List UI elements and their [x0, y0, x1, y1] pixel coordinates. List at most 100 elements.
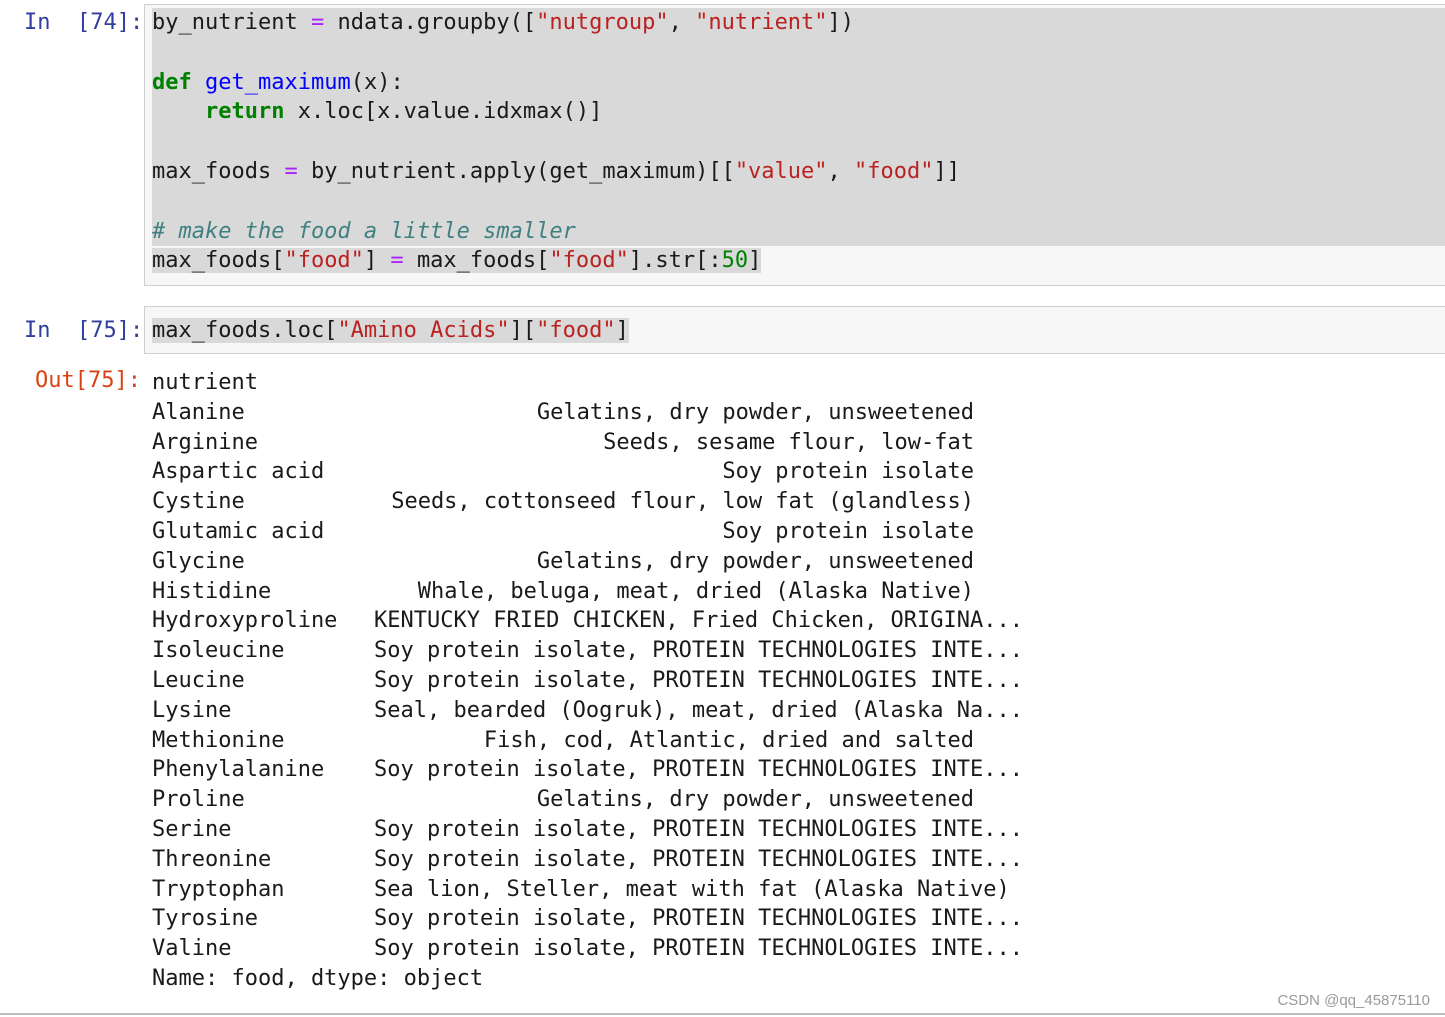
output-row: Cystine Seeds, cottonseed flour, low fat …	[152, 487, 974, 517]
output-row: Histidine Whale, beluga, meat, dried (Ala…	[152, 577, 974, 607]
code-block[interactable]: by_nutrient = ndata.groupby(["nutgroup",…	[152, 8, 1445, 276]
output-nutrient: Histidine	[152, 578, 272, 604]
output-nutrient: Valine	[152, 936, 232, 962]
output-food: Soy protein isolate	[722, 459, 974, 485]
output-row: Glycine Gelatins, dry powder, unsweetened	[152, 547, 974, 577]
code-operator: =	[377, 248, 417, 274]
code-token: max_foods[	[416, 248, 550, 274]
output-row: Alanine Gelatins, dry powder, unsweetened	[152, 398, 974, 428]
code-number: 50	[721, 248, 749, 274]
code-token: max_foods[	[152, 248, 285, 274]
code-string: "nutgroup"	[536, 10, 669, 35]
output-row: Tryptophan Sea lion, Steller, meat with f…	[152, 875, 1010, 905]
code-token: by_nutrient.apply(get_maximum)[[	[310, 158, 735, 184]
code-token: ]]	[933, 158, 961, 184]
output-row: Methionine Fish, cod, Atlantic, dried and…	[152, 726, 974, 756]
output-nutrient: Phenylalanine	[152, 757, 325, 783]
code-operator: =	[271, 158, 311, 184]
output-food: Gelatins, dry powder, unsweetened	[536, 548, 974, 574]
output-food: Seal, bearded (Oogruk), meat, dried (Ala…	[374, 697, 1024, 723]
output-nutrient: Proline	[152, 787, 245, 813]
output-row: Arginine Seeds, sesame flour, low-fat	[152, 428, 974, 458]
output-nutrient: Alanine	[152, 399, 245, 425]
output-row: Glutamic acid Soy protein isolate	[152, 517, 974, 547]
code-token: max_foods.loc[	[152, 318, 338, 343]
code-token: ,	[827, 158, 855, 184]
output-nutrient: Threonine	[152, 846, 272, 872]
code-block[interactable]: max_foods.loc["Amino Acids"]["food"]	[152, 316, 629, 346]
output-nutrient: Methionine	[152, 727, 285, 753]
code-string: "food"	[854, 158, 934, 184]
code-string: "food"	[536, 318, 616, 343]
code-token: ,	[668, 10, 696, 35]
output-nutrient: Leucine	[152, 667, 245, 693]
code-token: x.loc[x.value.idxmax()]	[284, 99, 603, 125]
output-header: nutrient	[152, 370, 258, 395]
output-nutrient: Lysine	[152, 697, 232, 723]
output-nutrient: Isoleucine	[152, 638, 285, 664]
output-food: Gelatins, dry powder, unsweetened	[536, 399, 974, 425]
code-keyword: return	[204, 99, 285, 125]
output-nutrient: Glutamic acid	[152, 518, 325, 544]
output-nutrient: Glycine	[152, 548, 245, 574]
output-food: Soy protein isolate, PROTEIN TECHNOLOGIE…	[374, 816, 1024, 842]
output-row: Phenylalanine Soy protein isolate, PROTEI…	[152, 755, 1024, 785]
output-row: Isoleucine Soy protein isolate, PROTEIN T…	[152, 636, 1023, 666]
output-food: Seeds, cottonseed flour, low fat (glandl…	[391, 489, 974, 515]
output-footer: Name: food, dtype: object	[152, 965, 484, 991]
output-food: Seeds, sesame flour, low-fat	[603, 429, 974, 455]
output-nutrient: Tryptophan	[152, 876, 285, 902]
code-function-name: get_maximum	[205, 69, 351, 95]
code-token: by_nutrient	[152, 10, 298, 35]
code-comment: # make the food a little smaller	[152, 218, 576, 244]
output-food: Soy protein isolate, PROTEIN TECHNOLOGIE…	[374, 757, 1024, 783]
output-food: Soy protein isolate, PROTEIN TECHNOLOGIE…	[374, 846, 1024, 872]
output-food: Gelatins, dry powder, unsweetened	[536, 787, 974, 813]
code-string: "nutrient"	[695, 10, 828, 35]
code-token: ].str[:	[628, 248, 722, 274]
code-token: ndata.groupby([	[337, 10, 537, 35]
code-token: (x):	[350, 69, 404, 95]
output-row: Aspartic acid Soy protein isolate	[152, 457, 974, 487]
code-string: "Amino Acids"	[337, 318, 510, 343]
code-operator: =	[297, 10, 338, 35]
output-nutrient: Serine	[152, 816, 232, 842]
output-nutrient: Aspartic acid	[152, 459, 325, 485]
output-row: Proline Gelatins, dry powder, unsweetened	[152, 785, 974, 815]
code-token: ][	[509, 318, 537, 343]
input-prompt: In [75]:	[24, 318, 144, 343]
output-nutrient: Cystine	[152, 489, 245, 515]
output-food: Sea lion, Steller, meat with fat (Alaska…	[374, 876, 1010, 902]
output-food: KENTUCKY FRIED CHICKEN, Fried Chicken, O…	[374, 608, 1024, 634]
output-prompt: Out[75]:	[35, 368, 141, 393]
watermark: CSDN @qq_45875110	[1277, 992, 1430, 1009]
divider	[0, 1013, 1445, 1015]
output-food: Fish, cod, Atlantic, dried and salted	[483, 727, 974, 753]
code-string: "value"	[734, 158, 828, 184]
code-token: ]	[615, 318, 629, 343]
output-row: Hydroxyproline KENTUCKY FRIED CHICKEN, Fr…	[152, 606, 1024, 636]
code-string: "food"	[284, 248, 364, 274]
code-token: max_foods	[152, 158, 272, 184]
output-area: nutrient Alanine Gelatins, dry powder, uns…	[152, 368, 1024, 994]
code-token: ])	[827, 10, 855, 35]
code-keyword: def	[152, 69, 192, 95]
output-row: Threonine Soy protein isolate, PROTEIN TE…	[152, 845, 1024, 875]
output-food: Soy protein isolate, PROTEIN TECHNOLOGIE…	[374, 936, 1024, 962]
input-prompt: In [74]:	[24, 10, 144, 35]
output-row: Tyrosine Soy protein isolate, PROTEIN TEC…	[152, 904, 1024, 934]
output-food: Soy protein isolate, PROTEIN TECHNOLOGIE…	[374, 906, 1024, 932]
output-food: Soy protein isolate	[722, 518, 974, 544]
output-row: Valine Soy protein isolate, PROTEIN TECHN…	[152, 934, 1024, 964]
output-food: Soy protein isolate, PROTEIN TECHNOLOGIE…	[374, 667, 1024, 693]
output-rows: Alanine Gelatins, dry powder, unsweetened…	[152, 398, 1024, 964]
output-nutrient: Arginine	[152, 429, 258, 455]
output-row: Leucine Soy protein isolate, PROTEIN TECH…	[152, 666, 1024, 696]
code-token: ]	[748, 248, 762, 274]
code-string: "food"	[549, 248, 629, 274]
output-row: Serine Soy protein isolate, PROTEIN TECHN…	[152, 815, 1024, 845]
code-token: ]	[363, 248, 378, 274]
output-row: Lysine Seal, bearded (Oogruk), meat, drie…	[152, 696, 1024, 726]
output-nutrient: Hydroxyproline	[152, 608, 338, 634]
